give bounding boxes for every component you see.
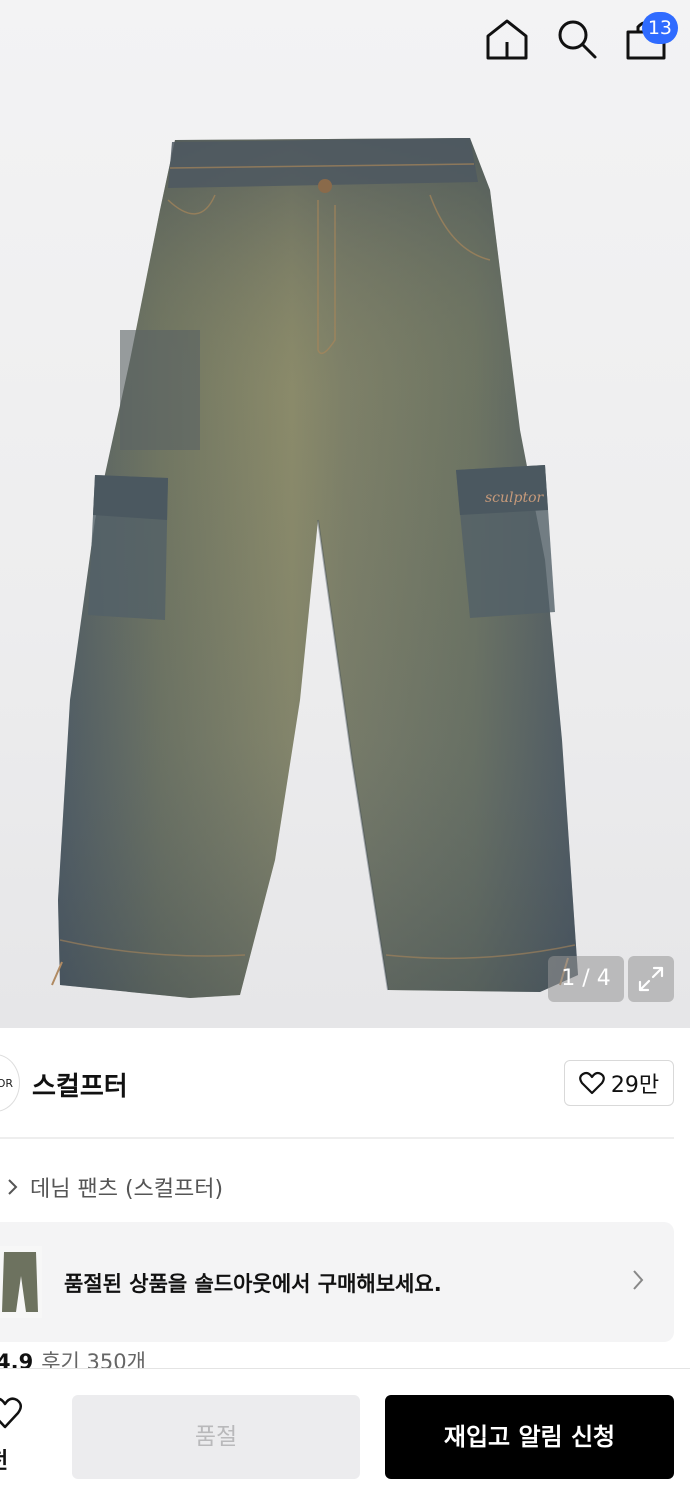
wishlist-button[interactable]: 천 bbox=[0, 1397, 34, 1477]
bottom-action-bar: 천 품절 재입고 알림 신청 bbox=[0, 1368, 690, 1500]
image-page-indicator: 1 / 4 bbox=[548, 956, 624, 1002]
search-button[interactable] bbox=[554, 16, 600, 62]
soldout-banner[interactable]: 품절된 상품을 솔드아웃에서 구매해보세요. bbox=[0, 1222, 674, 1342]
wishlist-count: 천 bbox=[0, 1443, 8, 1475]
expand-icon bbox=[638, 966, 664, 992]
brand-logo[interactable]: OR bbox=[0, 1054, 20, 1112]
chevron-right-icon bbox=[8, 1179, 18, 1195]
home-button[interactable] bbox=[484, 16, 530, 62]
chevron-right-icon bbox=[633, 1270, 644, 1290]
category-label: 데님 팬츠 (스컬프터) bbox=[30, 1177, 224, 1202]
product-detail-page: sculptor 13 1 / 4 R 스컬프터 29만 데님 팬츠 (스컬프터… bbox=[0, 0, 690, 1500]
brand-name[interactable]: 스컬프터 bbox=[32, 1066, 128, 1103]
cart-button[interactable]: 13 bbox=[624, 12, 678, 62]
soldout-message: 품절된 상품을 솔드아웃에서 구매해보세요. bbox=[64, 1272, 442, 1296]
product-thumbnail bbox=[0, 1246, 42, 1318]
search-icon bbox=[558, 20, 597, 59]
category-breadcrumb[interactable]: 데님 팬츠 (스컬프터) bbox=[6, 1172, 223, 1202]
expand-image-button[interactable] bbox=[628, 956, 674, 1002]
brand-row: OR 스컬프터 29만 bbox=[0, 1028, 690, 1138]
cart-count-badge: 13 bbox=[641, 12, 678, 44]
svg-text:sculptor: sculptor bbox=[485, 490, 545, 506]
divider bbox=[0, 1137, 674, 1139]
heart-icon bbox=[0, 1397, 22, 1429]
like-count: 29만 bbox=[610, 1073, 660, 1098]
product-image-gallery[interactable]: sculptor 13 1 / 4 bbox=[0, 0, 690, 1028]
heart-icon bbox=[579, 1071, 605, 1095]
product-image: sculptor bbox=[51, 138, 578, 998]
soldout-button[interactable]: 품절 bbox=[72, 1395, 360, 1479]
brand-like-button[interactable]: 29만 bbox=[564, 1060, 674, 1106]
restock-alert-button[interactable]: 재입고 알림 신청 bbox=[385, 1395, 674, 1479]
home-icon bbox=[486, 19, 528, 60]
